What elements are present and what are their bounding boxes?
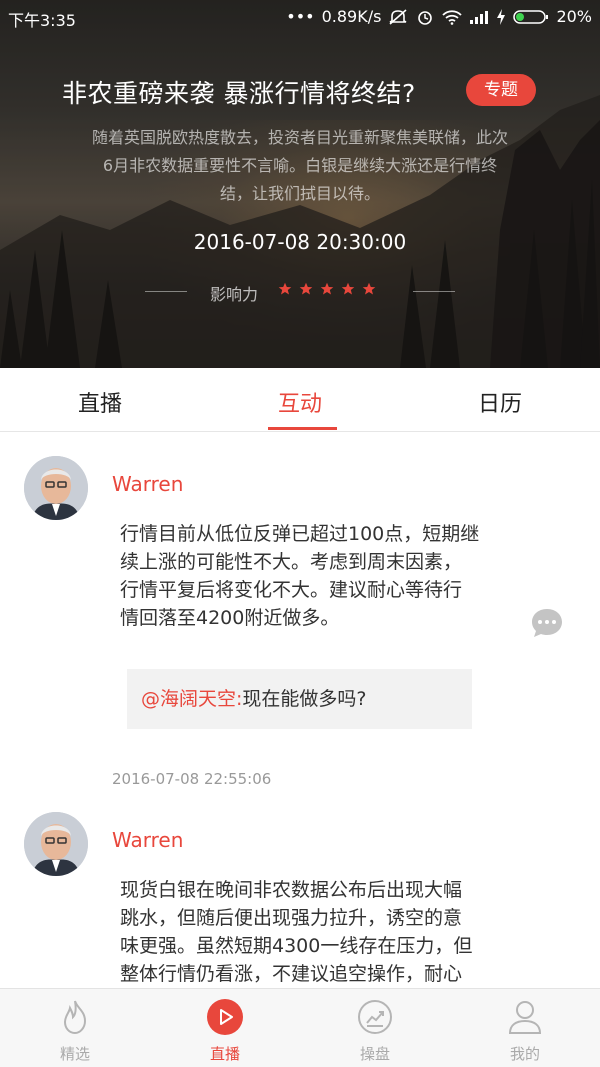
status-bar: 下午3:35 ••• 0.89K/s 20% [0,0,600,34]
nav-featured[interactable]: 精选 [25,989,125,1067]
charging-icon [497,8,506,25]
reply-quote: @海阔天空:现在能做多吗? [127,669,472,729]
author-name[interactable]: Warren [112,472,183,496]
tab-calendar[interactable]: 日历 [450,386,550,418]
post-content: 现货白银在晚间非农数据公布后出现大幅跳水，但随后便出现强力拉升，诱空的意味更强。… [120,879,473,985]
topic-title: 非农重磅来袭 暴涨行情将终结? [62,79,416,108]
battery-percent: 20% [556,7,592,26]
status-time: 下午3:35 [8,11,76,30]
alarm-icon [418,10,433,25]
nav-live[interactable]: 直播 [175,989,275,1067]
reply-mention[interactable]: @海阔天空: [141,688,242,710]
nav-label: 直播 [209,1045,240,1063]
post-timestamp: 2016-07-08 22:55:06 [112,770,272,788]
avatar[interactable] [24,456,88,520]
trend-chart-icon [358,1000,392,1034]
tab-bar: 直播 互动 日历 [0,368,600,432]
author-name[interactable]: Warren [112,828,183,852]
flame-icon [63,1000,87,1035]
topic-description: 随着英国脱欧热度散去，投资者目光重新聚焦美联储，此次6月非农数据重要性不言喻。白… [91,128,508,203]
influence-rating: 影响力 [0,280,600,304]
tab-interaction[interactable]: 互动 [250,386,350,418]
nav-label: 精选 [59,1045,90,1063]
divider-left [145,291,187,292]
play-icon [207,999,243,1035]
influence-stars [278,282,376,296]
avatar[interactable] [24,812,88,876]
topic-header: 下午3:35 ••• 0.89K/s 20% 非农重磅来袭 暴涨行情将终结? 专… [0,0,600,368]
battery-icon [513,9,549,24]
more-dots-icon: ••• [286,7,315,26]
interaction-feed[interactable]: Warren 行情目前从低位反弹已超过100点，短期继续上涨的可能性不大。考虑到… [0,432,600,988]
nav-label: 我的 [509,1045,540,1063]
nav-label: 操盘 [359,1045,390,1063]
mute-icon [389,8,407,25]
nav-trading[interactable]: 操盘 [325,989,425,1067]
bottom-navigation: 精选 直播 操盘 我的 [0,988,600,1067]
network-speed: 0.89K/s [321,7,382,26]
signal-icon [470,10,489,24]
comment-bubble-icon[interactable] [530,606,564,640]
reply-text: 现在能做多吗? [242,688,367,710]
tab-live[interactable]: 直播 [50,386,150,418]
topic-tag: 专题 [466,74,536,106]
avatar-photo [24,456,88,520]
wifi-icon [442,9,463,25]
star-icon [278,282,292,295]
nav-profile[interactable]: 我的 [475,989,575,1067]
post-content: 行情目前从低位反弹已超过100点，短期继续上涨的可能性不大。考虑到周末因素，行情… [120,523,480,629]
star-icon [320,282,334,295]
avatar-photo [24,812,88,876]
topic-datetime: 2016-07-08 20:30:00 [193,230,407,254]
star-icon [299,282,313,295]
star-icon [362,282,376,295]
influence-label: 影响力 [210,285,259,304]
user-icon [508,1001,542,1034]
divider-right [413,291,455,292]
active-tab-indicator [268,427,337,430]
star-icon [341,282,355,295]
